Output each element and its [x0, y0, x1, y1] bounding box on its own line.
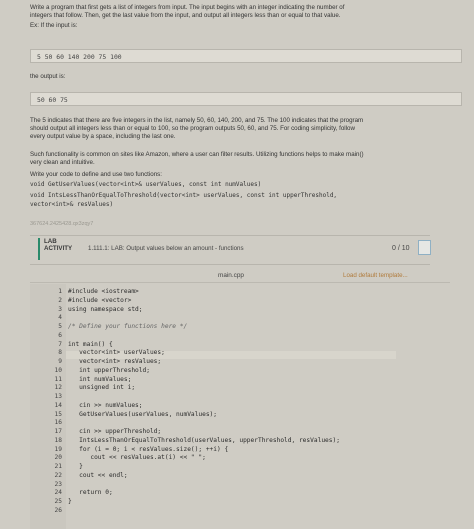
example-output-label: the output is: — [30, 73, 66, 80]
code-line[interactable]: } — [68, 463, 83, 470]
code-line[interactable]: int upperThreshold; — [68, 367, 150, 374]
lab-badge-line-2: ACTIVITY — [44, 245, 73, 252]
code-line[interactable]: #include <iostream> — [68, 288, 139, 295]
example-output-box: 50 60 75 — [30, 92, 462, 106]
line-number: 5 — [58, 323, 62, 330]
example-input-box: 5 50 60 140 200 75 100 — [30, 49, 462, 63]
line-number: 19 — [54, 445, 62, 453]
instructions-line-1: Write a program that first gets a list o… — [30, 4, 345, 11]
function-signature-1: void GetUserValues(vector<int>& userValu… — [30, 181, 262, 188]
code-line[interactable]: } — [68, 498, 72, 505]
filename-tab[interactable]: main.cpp — [218, 272, 244, 279]
code-line[interactable]: /* Define your functions here */ — [68, 323, 187, 330]
code-line[interactable]: #include <vector> — [68, 297, 131, 304]
code-line[interactable]: cout << endl; — [68, 472, 127, 479]
explanation-line-3: every output value by a space, including… — [30, 133, 176, 140]
line-number: 20 — [54, 454, 62, 462]
line-number: 11 — [54, 375, 62, 383]
line-number: 17 — [54, 428, 62, 435]
line-number: 1 — [58, 288, 62, 295]
line-number: 18 — [54, 436, 62, 444]
context-line-1: Such functionality is common on sites li… — [30, 151, 364, 158]
score-icon — [418, 240, 431, 255]
line-number: 26 — [54, 506, 62, 514]
explanation-line-2: should output all integers less than or … — [30, 125, 355, 132]
line-number: 4 — [58, 314, 62, 322]
code-line[interactable]: vector<int> resValues; — [68, 358, 161, 365]
line-number: 2 — [58, 296, 62, 304]
zybooks-lab-page: Write a program that first gets a list o… — [0, 0, 474, 529]
context-line-2: very clean and intuitive. — [30, 159, 95, 166]
lab-score: 0 / 10 — [392, 245, 410, 252]
code-line[interactable]: return 0; — [68, 489, 113, 496]
line-number: 23 — [54, 480, 62, 488]
line-number: 14 — [54, 401, 62, 409]
lab-activity-badge: LAB ACTIVITY — [38, 238, 84, 260]
code-line[interactable]: unsigned int i; — [68, 384, 135, 391]
example-input-label: Ex: If the input is: — [30, 22, 78, 29]
explanation-line-1: The 5 indicates that there are five inte… — [30, 117, 364, 124]
code-line[interactable]: cin >> numValues; — [68, 402, 142, 409]
line-number: 22 — [54, 471, 62, 479]
line-number: 6 — [58, 331, 62, 339]
code-line[interactable]: GetUserValues(userValues, numValues); — [68, 411, 217, 418]
load-default-template-link[interactable]: Load default template... — [343, 272, 408, 279]
code-line[interactable]: int main() { — [68, 341, 113, 348]
line-number: 12 — [54, 384, 62, 392]
line-number: 24 — [54, 489, 62, 497]
function-signature-2-cont: vector<int>& resValues) — [30, 201, 114, 208]
code-line[interactable]: IntsLessThanOrEqualToThreshold(userValue… — [68, 437, 340, 444]
code-line[interactable]: int numValues; — [68, 376, 131, 383]
function-signature-2: void IntsLessThanOrEqualToThreshold(vect… — [30, 192, 338, 199]
functions-intro: Write your code to define and use two fu… — [30, 171, 162, 178]
line-number: 9 — [58, 358, 62, 365]
line-number: 7 — [58, 340, 62, 348]
code-line[interactable]: cin >> upperThreshold; — [68, 428, 161, 435]
line-number: 10 — [54, 366, 62, 374]
line-number: 21 — [54, 463, 62, 470]
instructions-line-2: integers that follow. Then, get the last… — [30, 12, 341, 19]
line-number: 8 — [58, 349, 62, 357]
code-line[interactable]: cout << resValues.at(i) << " "; — [68, 454, 206, 461]
line-number: 15 — [54, 410, 62, 418]
line-number: 13 — [54, 393, 62, 400]
lab-title: 1.111.1: LAB: Output values below an amo… — [88, 245, 244, 252]
code-line[interactable]: for (i = 0; i < resValues.size(); ++i) { — [68, 446, 228, 453]
code-line[interactable]: vector<int> userValues; — [68, 349, 165, 356]
line-number: 3 — [58, 305, 62, 313]
lab-badge-line-1: LAB — [44, 238, 57, 245]
code-line[interactable]: using namespace std; — [68, 306, 143, 313]
activity-id: 367624.2425428.qx3zqy7 — [30, 221, 94, 227]
line-number: 25 — [54, 498, 62, 505]
line-number: 16 — [54, 419, 62, 427]
